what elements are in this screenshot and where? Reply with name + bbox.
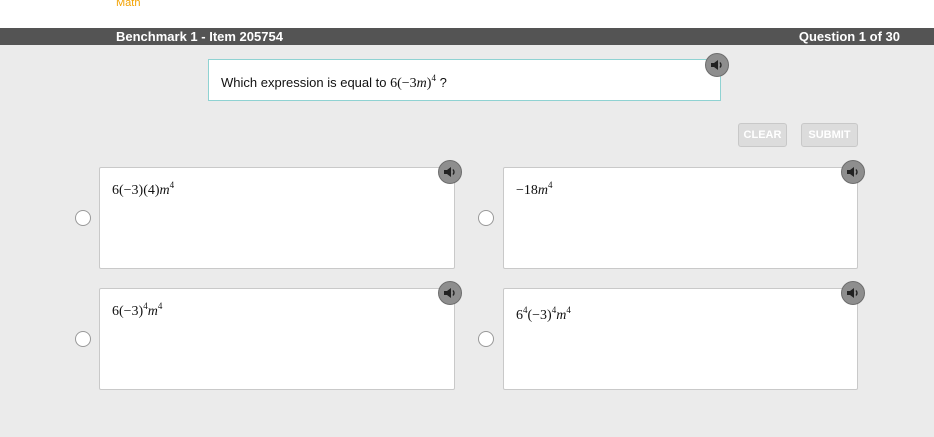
question-suffix: ? <box>435 75 447 90</box>
question-text: Which expression is equal to 6(−3m)4 ? <box>221 73 447 92</box>
clear-button[interactable]: CLEAR <box>738 123 787 147</box>
choice-c-exp: 4 <box>157 301 163 311</box>
choice-d-paren: (−3) <box>527 308 552 323</box>
choice-a-var: m <box>159 183 170 198</box>
speaker-icon <box>847 288 858 298</box>
choice-a[interactable]: 6(−3)(4)m4 <box>99 167 455 269</box>
choice-a-coef: 6(−3)(4) <box>112 183 160 198</box>
choice-c-speaker-icon[interactable] <box>438 281 462 305</box>
choice-c[interactable]: 6(−3)4m4 <box>99 288 455 390</box>
subject-label: Math <box>116 0 141 9</box>
choice-c-coef: 6(−3) <box>112 304 144 319</box>
question-expression: 6(−3m)4 <box>390 73 436 91</box>
speaker-icon <box>444 288 455 298</box>
choice-d-exp: 4 <box>566 305 571 315</box>
question-counter: Question 1 of 30 <box>798 29 900 44</box>
choice-a-expression: 6(−3)(4)m4 <box>112 180 174 199</box>
choice-b-expression: −18m4 <box>516 180 553 199</box>
expr-var: m <box>416 76 427 91</box>
top-strip: Math <box>0 0 934 28</box>
choice-c-radio[interactable] <box>75 331 91 347</box>
choice-a-radio[interactable] <box>75 210 91 226</box>
choice-b-coef: −18 <box>516 183 538 198</box>
choice-c-expression: 6(−3)4m4 <box>112 301 162 320</box>
title-bar: Benchmark 1 - Item 205754 Question 1 of … <box>0 28 934 45</box>
choice-b-speaker-icon[interactable] <box>841 160 865 184</box>
speaker-icon <box>444 167 455 177</box>
choice-b-radio[interactable] <box>478 210 494 226</box>
choice-b-exp: 4 <box>548 180 553 190</box>
choice-d-speaker-icon[interactable] <box>841 281 865 305</box>
speaker-icon <box>711 60 722 70</box>
benchmark-title: Benchmark 1 - Item 205754 <box>116 29 283 44</box>
choice-d-expression: 64(−3)4m4 <box>516 305 571 324</box>
choice-d-radio[interactable] <box>478 331 494 347</box>
question-prompt: Which expression is equal to 6(−3m)4 ? <box>208 59 721 101</box>
question-prefix: Which expression is equal to <box>221 75 391 90</box>
choice-a-speaker-icon[interactable] <box>438 160 462 184</box>
choice-c-var: m <box>147 304 158 319</box>
choice-b-var: m <box>537 183 549 198</box>
choice-d-var: m <box>556 308 567 323</box>
speaker-icon <box>847 167 858 177</box>
submit-button[interactable]: SUBMIT <box>801 123 858 147</box>
question-speaker-icon[interactable] <box>705 53 729 77</box>
choice-d-coef: 6 <box>516 308 523 323</box>
choice-d[interactable]: 64(−3)4m4 <box>503 288 858 390</box>
choice-b[interactable]: −18m4 <box>503 167 858 269</box>
expr-base: 6(−3 <box>390 76 417 91</box>
choice-a-exp: 4 <box>169 180 175 190</box>
